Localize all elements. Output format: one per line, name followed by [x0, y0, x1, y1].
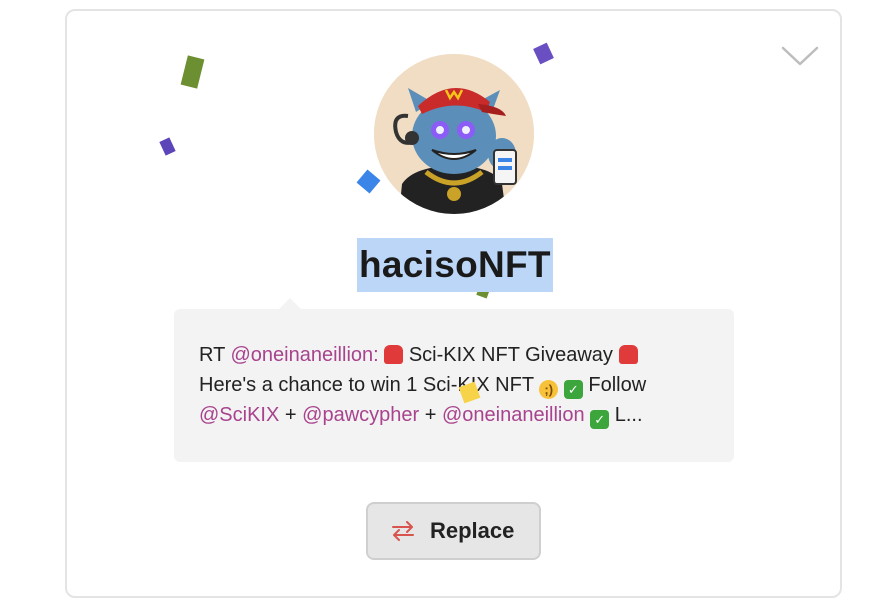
cartoon-cat-avatar-icon: [374, 54, 534, 214]
chevron-down-icon[interactable]: [780, 42, 820, 72]
tweet-follow: Follow: [588, 374, 647, 396]
check-mark-icon: ✓: [590, 410, 610, 429]
tweet-text: RT @oneinaneillion: Sci-KIX NFT Giveaway…: [199, 340, 719, 430]
tweet-line-3: @SciKIX + @pawcypher + @oneinaneillion ✓…: [199, 400, 719, 430]
tweet-tail: L...: [614, 404, 643, 426]
tweet-body: Here's a chance to win 1 Sci-KIX NFT: [199, 374, 534, 396]
mention-link[interactable]: @oneinaneillion: [442, 404, 585, 426]
tweet-line-2: Here's a chance to win 1 Sci-KIX NFT ;) …: [199, 370, 719, 400]
plus-text: +: [424, 404, 437, 426]
avatar: [374, 54, 534, 214]
siren-icon: [618, 345, 638, 364]
siren-icon: [384, 345, 404, 364]
wink-emoji-icon: ;): [539, 380, 559, 399]
check-mark-icon: ✓: [563, 380, 583, 399]
mention-link[interactable]: @oneinaneillion:: [231, 344, 379, 366]
bubble-tip: [279, 298, 301, 309]
replace-button[interactable]: Replace: [366, 502, 541, 560]
replace-button-label: Replace: [430, 518, 515, 543]
tweet-prefix: RT: [199, 344, 225, 366]
swap-arrows-icon: [392, 521, 414, 541]
mention-link[interactable]: @SciKIX: [199, 404, 279, 426]
mention-link[interactable]: @pawcypher: [302, 404, 419, 426]
plus-text: +: [284, 404, 297, 426]
tweet-title: Sci-KIX NFT Giveaway: [408, 344, 613, 366]
tweet-line-1: RT @oneinaneillion: Sci-KIX NFT Giveaway: [199, 340, 719, 370]
username: hacisoNFT: [357, 238, 553, 292]
